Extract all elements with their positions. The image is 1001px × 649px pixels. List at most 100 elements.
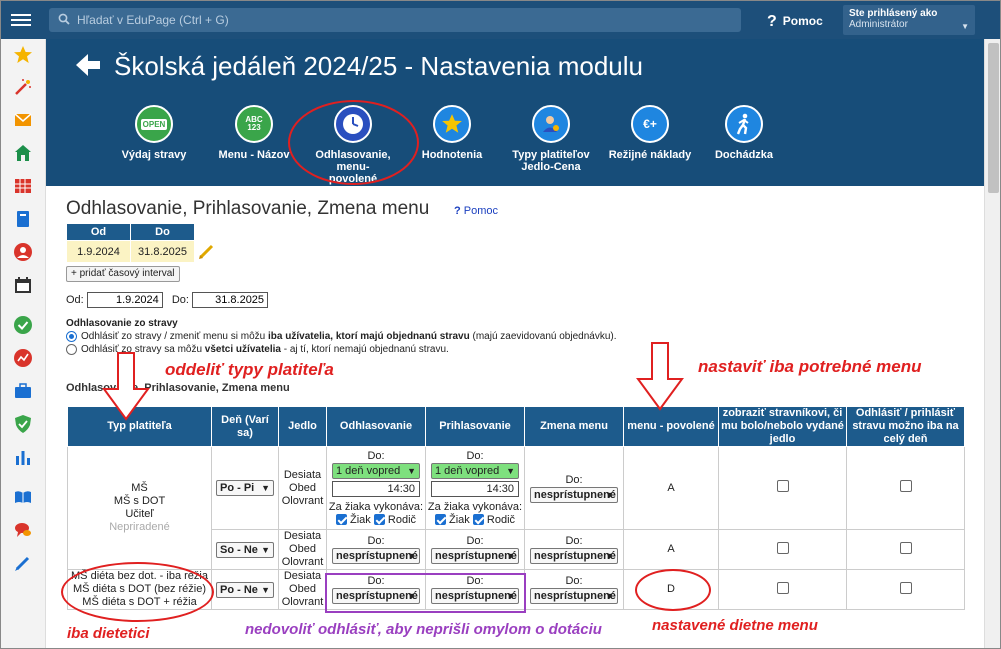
zmena-menu-cell: Do: nesprístupnené ▼ (524, 446, 624, 530)
ziak-checkbox[interactable] (335, 514, 347, 526)
star-icon (433, 105, 471, 143)
mail-icon[interactable] (13, 110, 33, 130)
advance-select[interactable]: 1 deň vopred ▼ (431, 462, 519, 479)
day-select[interactable]: Po - Pi ▼ (216, 480, 274, 496)
menu-allowed-cell[interactable]: A (623, 529, 719, 570)
select-value: nesprístupnené (435, 550, 517, 562)
prihlasovanie-cell: Do: nesprístupnené ▼ (425, 529, 525, 570)
show-served-checkbox[interactable] (776, 480, 789, 492)
col-jedlo: Jedlo (278, 406, 327, 447)
rodic-checkbox[interactable] (373, 514, 385, 526)
radio-text-bold: iba užívatelia, ktorí majú objednanú str… (268, 331, 470, 342)
time-input[interactable]: 14:30 (332, 480, 420, 497)
change-menu-select[interactable]: nesprístupnené ▼ (530, 548, 618, 564)
time-input[interactable]: 14:30 (431, 480, 519, 497)
performed-by-label: Za žiaka vykonáva: (427, 500, 523, 513)
vertical-scrollbar[interactable] (984, 39, 1000, 648)
annotation-dietetici: iba dietetici (67, 625, 150, 642)
help-question-icon: ? (767, 13, 777, 30)
show-served-checkbox[interactable] (776, 541, 789, 554)
top-bar: Hľadať v EduPage (Ctrl + G) ? Pomoc Ste p… (1, 1, 1000, 39)
pen-icon[interactable] (13, 553, 33, 573)
star-icon[interactable] (13, 45, 33, 65)
chevron-down-icon: ▼ (605, 591, 614, 601)
chat-icon[interactable] (13, 520, 33, 540)
calendar-icon[interactable] (13, 275, 33, 295)
ziak-checkbox[interactable] (434, 514, 446, 526)
notebook-icon[interactable] (13, 209, 33, 229)
change-menu-select[interactable]: nesprístupnené ▼ (530, 486, 618, 503)
meal: Obed (289, 481, 316, 494)
help-button[interactable]: ? Pomoc (767, 12, 823, 30)
annotation-nedovolit: nedovoliť odhlásiť, aby neprišli omylom … (245, 621, 602, 638)
check-circle-icon[interactable] (13, 315, 33, 335)
euro-plus-icon: €+ (631, 105, 669, 143)
menu-allowed-cell[interactable]: A (623, 446, 719, 530)
magic-wand-icon[interactable] (13, 77, 33, 97)
show-served-checkbox[interactable] (776, 581, 789, 594)
scrollbar-thumb[interactable] (988, 43, 999, 193)
od-label: Od: (66, 294, 84, 306)
tile-label: Výdaj stravy (121, 149, 187, 161)
back-arrow-icon[interactable] (76, 53, 102, 77)
chevron-down-icon: ▼ (261, 584, 270, 595)
whole-day-checkbox[interactable] (899, 581, 912, 594)
do-label: Do: (466, 449, 484, 462)
od-date-input[interactable] (86, 292, 163, 308)
payer-type: MŠ s DOT (113, 495, 166, 507)
day-cell: Po - Ne ▼ (211, 569, 279, 610)
date-range-row: Od: Do: (66, 292, 274, 308)
user-account-dropdown[interactable]: Ste prihlásený ako Administrátor ▼ (843, 5, 975, 35)
day-cell: Po - Pi ▼ (211, 446, 279, 530)
user-icon[interactable] (13, 242, 33, 262)
prihlasovanie-select[interactable]: nesprístupnené ▼ (431, 548, 519, 564)
rodic-label: Rodič (387, 513, 417, 526)
home-icon[interactable] (13, 143, 33, 163)
help-link[interactable]: ? Pomoc (454, 205, 498, 217)
bar-chart-icon[interactable] (13, 447, 33, 467)
ziak-label: Žiak (350, 513, 371, 526)
search-input[interactable]: Hľadať v EduPage (Ctrl + G) (49, 8, 741, 32)
change-menu-select[interactable]: nesprístupnené ▼ (530, 588, 618, 604)
tile-typy-platitelov[interactable]: Typy platiteľov Jedlo-Cena (496, 105, 606, 173)
rodic-checkbox[interactable] (472, 514, 484, 526)
odhlasovanie-select[interactable]: nesprístupnené ▼ (332, 548, 420, 564)
tile-dochadzka[interactable]: Dochádzka (689, 105, 799, 161)
add-interval-button[interactable]: + pridať časový interval (66, 266, 180, 282)
shield-icon[interactable] (13, 414, 33, 434)
chevron-down-icon: ▼ (506, 551, 515, 561)
do-label: Do: (367, 449, 385, 462)
briefcase-icon[interactable] (13, 381, 33, 401)
do-date-input[interactable] (192, 292, 269, 308)
interval-row[interactable]: 1.9.2024 31.8.2025 (66, 240, 195, 263)
table-caption: Odhlasovanie, Prihlasovanie, Zmena menu (66, 382, 290, 394)
hamburger-menu-icon[interactable] (11, 11, 31, 29)
radio-option-ordered-only[interactable]: Odhlásiť zo stravy / zmeniť menu si môžu… (66, 330, 617, 343)
chevron-down-icon: ▼ (261, 544, 270, 555)
pencil-icon[interactable] (198, 242, 216, 260)
meal: Obed (289, 583, 316, 595)
do-label: Do: (565, 473, 583, 486)
chevron-down-icon: ▼ (605, 489, 614, 500)
select-value: nesprístupnené (534, 488, 616, 501)
show-served-cell (718, 529, 847, 570)
timetable-icon[interactable] (13, 176, 33, 196)
tile-label: Dochádzka (714, 149, 774, 161)
walking-person-icon (725, 105, 763, 143)
annotation-dietne: nastavené dietne menu (652, 617, 818, 634)
radio-button[interactable] (66, 344, 77, 355)
day-select[interactable]: So - Ne ▼ (216, 541, 274, 558)
advance-select[interactable]: 1 deň vopred ▼ (332, 462, 420, 479)
meal: Desiata (283, 570, 322, 582)
tile-vydaj-stravy[interactable]: OPEN Výdaj stravy (99, 105, 209, 161)
chart-circle-icon[interactable] (13, 348, 33, 368)
radio-button[interactable] (66, 331, 77, 342)
chevron-down-icon: ▼ (407, 465, 416, 476)
help-label: Pomoc (782, 14, 823, 28)
open-book-icon[interactable] (13, 487, 33, 507)
performed-by-options: Žiak Rodič (426, 514, 524, 527)
do-label: Do: (367, 535, 385, 547)
whole-day-checkbox[interactable] (899, 480, 912, 492)
whole-day-checkbox[interactable] (899, 541, 912, 554)
day-select[interactable]: Po - Ne ▼ (216, 581, 274, 598)
